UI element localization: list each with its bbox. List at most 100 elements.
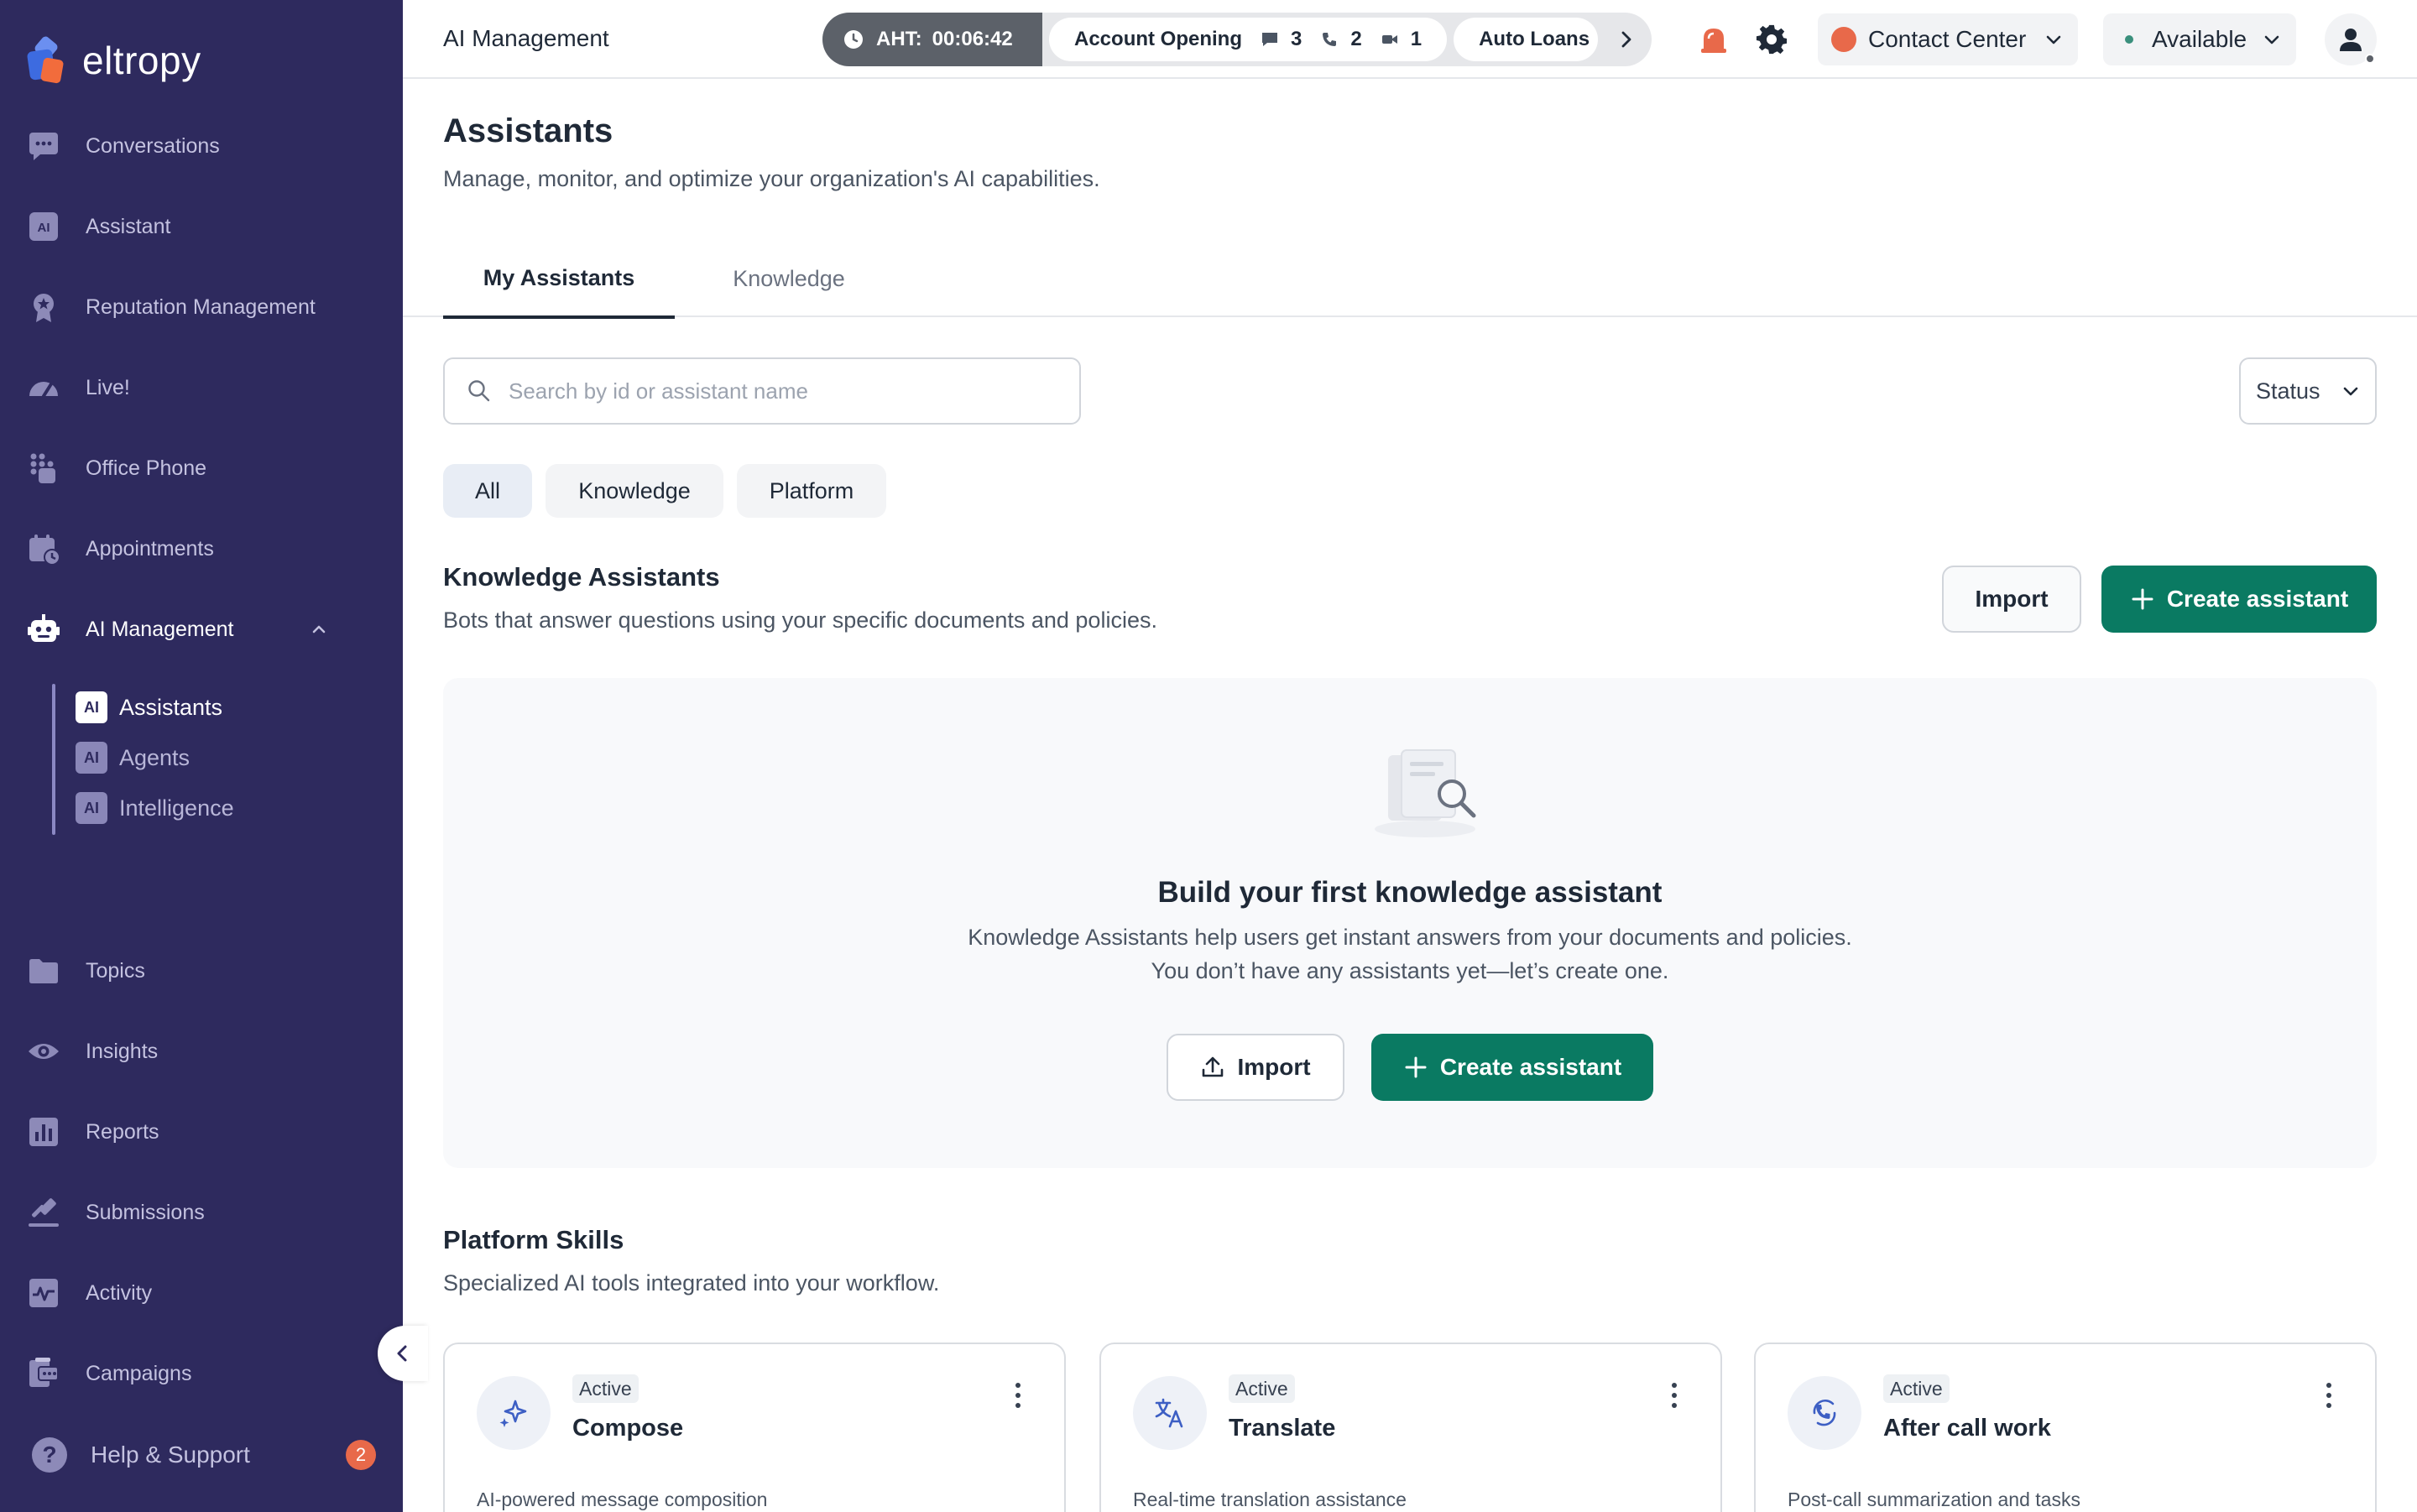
context-color-dot [1831, 27, 1856, 52]
queue-calls: 2 [1320, 28, 1362, 51]
empty-state-text: Knowledge Assistants help users get inst… [968, 925, 1852, 950]
kebab-menu-icon[interactable] [1670, 1381, 1678, 1410]
sidebar-item-campaigns[interactable]: Campaigns [0, 1347, 403, 1400]
search-input[interactable] [509, 378, 1046, 404]
sidebar-subitem-assistants[interactable]: AI Assistants [76, 686, 222, 728]
bar-chart-icon [27, 1115, 60, 1149]
sidebar-item-reputation-management[interactable]: Reputation Management [0, 280, 403, 334]
sidebar-item-insights[interactable]: Insights [0, 1025, 403, 1078]
video-count: 1 [1410, 28, 1423, 50]
filter-chip-knowledge[interactable]: Knowledge [546, 464, 723, 518]
sidebar-item-label: Topics [86, 958, 145, 983]
import-button[interactable]: Import [1942, 566, 2081, 633]
skill-name: Compose [572, 1415, 684, 1442]
sidebar-item-label: Reputation Management [86, 295, 316, 319]
empty-create-label: Create assistant [1439, 1054, 1622, 1080]
empty-import-button[interactable]: Import [1167, 1034, 1344, 1101]
page-title: Assistants [443, 112, 613, 149]
presence-dot [2365, 54, 2375, 64]
sidebar-item-conversations[interactable]: Conversations [0, 119, 403, 173]
sidebar-item-assistant[interactable]: AI Assistant [0, 200, 403, 253]
empty-state-text: You don’t have any assistants yet—let’s … [1151, 958, 1669, 983]
ai-icon: AI [76, 742, 107, 774]
skill-description: Post-call summarization and tasks [1788, 1489, 2080, 1510]
video-icon [1381, 35, 1397, 44]
gear-icon[interactable] [1756, 23, 1788, 55]
tab-bar: My Assistants Knowledge [403, 240, 2417, 319]
kebab-menu-icon[interactable] [1014, 1381, 1022, 1410]
sparkle-icon [477, 1376, 551, 1450]
chat-icon [1262, 33, 1277, 46]
tab-knowledge[interactable]: Knowledge [705, 240, 873, 317]
sidebar-item-live[interactable]: Live! [0, 361, 403, 414]
create-assistant-label: Create assistant [2166, 586, 2349, 612]
queue-account-opening[interactable]: Account Opening 3 2 1 [1049, 18, 1448, 61]
queue-auto-loans[interactable]: Auto Loans [1454, 18, 1599, 61]
avatar[interactable] [2325, 13, 2377, 65]
eye-icon [27, 1035, 60, 1068]
aht-label: AHT: [876, 28, 922, 50]
filter-chip-platform[interactable]: Platform [737, 464, 886, 518]
queue-chats: 3 [1261, 28, 1302, 51]
sidebar-item-activity[interactable]: Activity [0, 1266, 403, 1320]
sidebar-item-appointments[interactable]: Appointments [0, 522, 403, 576]
document-search-icon [1375, 749, 1476, 837]
app-root: eltropy Conversations AI Assistant Reput… [0, 0, 2417, 1512]
sidebar-subitem-agents[interactable]: AI Agents [76, 737, 190, 779]
sidebar-subitem-label: Agents [119, 744, 191, 770]
brand-logo-icon [25, 34, 67, 86]
filter-chip-all[interactable]: All [443, 464, 532, 518]
chat-count: 3 [1291, 28, 1302, 50]
availability-select[interactable]: Available [2103, 13, 2296, 65]
upload-icon [1203, 1056, 1224, 1077]
question-icon: ? [32, 1437, 67, 1473]
chevron-right-icon [1621, 31, 1631, 48]
empty-state-panel: Build your first knowledge assistant Kno… [443, 678, 2377, 1168]
status-badge: Active [572, 1374, 639, 1403]
search-box[interactable] [443, 357, 1081, 425]
queue-next-button[interactable] [1601, 13, 1652, 66]
status-filter-select[interactable]: Status [2239, 357, 2377, 425]
aht-value: 00:06:42 [932, 28, 1013, 50]
sidebar-item-ai-management[interactable]: AI Management [0, 602, 403, 656]
skill-name: Translate [1229, 1415, 1336, 1442]
sidebar-item-label: Insights [86, 1039, 159, 1063]
queue-strip: AHT: 00:06:42 Account Opening 3 2 1 Auto… [822, 13, 1652, 66]
tab-my-assistants[interactable]: My Assistants [443, 240, 675, 319]
svg-text:AI: AI [38, 221, 50, 235]
knowledge-section-subtitle: Bots that answer questions using your sp… [443, 607, 1157, 633]
sidebar-item-label: Submissions [86, 1200, 205, 1224]
skill-card-compose[interactable]: Active Compose AI-powered message compos… [443, 1343, 1066, 1512]
empty-create-assistant-button[interactable]: Create assistant [1371, 1034, 1653, 1101]
keypad-icon [27, 451, 60, 485]
ai-icon: AI [27, 210, 60, 243]
status-filter-label: Status [2256, 378, 2320, 404]
sidebar: eltropy Conversations AI Assistant Reput… [0, 0, 403, 1512]
sidebar-item-label: Campaigns [86, 1361, 192, 1385]
help-support-link[interactable]: ? Help & Support 2 [32, 1436, 376, 1473]
scroll-indicator [35, 1358, 50, 1362]
sidebar-item-office-phone[interactable]: Office Phone [0, 441, 403, 495]
sidebar-item-submissions[interactable]: Submissions [0, 1186, 403, 1239]
sidebar-item-label: AI Management [86, 617, 234, 641]
brand[interactable]: eltropy [25, 34, 201, 87]
context-select[interactable]: Contact Center [1818, 13, 2078, 65]
folder-icon [27, 954, 60, 988]
skill-card-translate[interactable]: Active Translate Real-time translation a… [1099, 1343, 1722, 1512]
queue-name: Account Opening [1074, 28, 1242, 50]
top-bar: AI Management AHT: 00:06:42 Account Open… [403, 0, 2417, 79]
create-assistant-button[interactable]: Create assistant [2101, 566, 2377, 633]
calendar-icon [27, 532, 60, 566]
alarm-icon[interactable] [1697, 22, 1731, 55]
skill-card-after-call-work[interactable]: Active After call work Post-call summari… [1754, 1343, 2377, 1512]
sidebar-subitem-intelligence[interactable]: AI Intelligence [76, 787, 234, 829]
chevron-up-icon[interactable] [311, 621, 327, 638]
gauge-icon [27, 371, 60, 404]
availability-label: Available [2152, 26, 2247, 52]
sidebar-item-topics[interactable]: Topics [0, 944, 403, 998]
main-content: Assistants Manage, monitor, and optimize… [403, 81, 2417, 1512]
phone-icon [1323, 33, 1337, 46]
sidebar-item-reports[interactable]: Reports [0, 1105, 403, 1159]
chevron-down-icon [2264, 35, 2279, 44]
kebab-menu-icon[interactable] [2325, 1381, 2333, 1410]
